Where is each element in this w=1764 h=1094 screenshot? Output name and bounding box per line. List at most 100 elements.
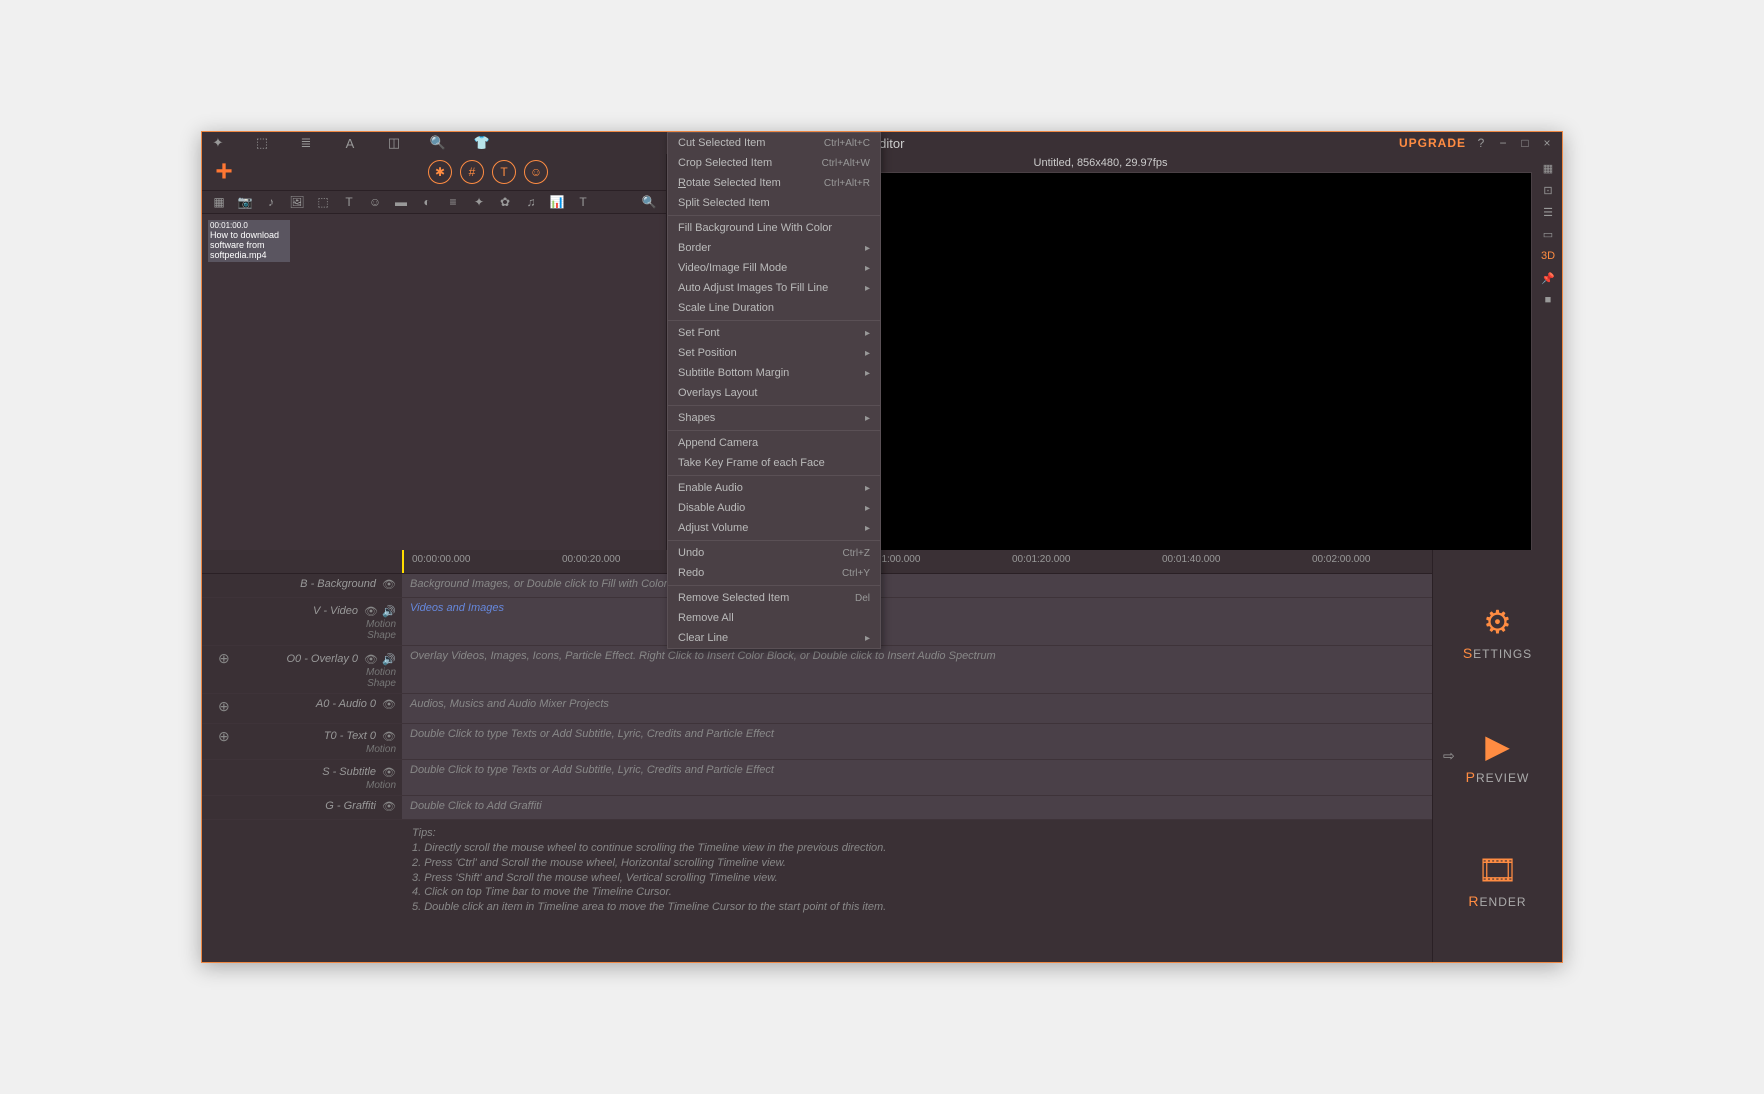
hash-icon[interactable]: # [460,160,484,184]
music-icon[interactable]: ♪ [264,195,278,209]
track-content[interactable]: Overlay Videos, Images, Icons, Particle … [402,646,1432,693]
square-icon[interactable]: ■ [1540,292,1556,308]
track-sublabel: Motion [366,667,396,678]
monitor-icon[interactable]: ▭ [1540,226,1556,242]
menu-keyframe[interactable]: Take Key Frame of each Face [668,453,880,473]
preview-button[interactable]: ▶ PREVIEW [1466,727,1530,785]
bars-icon[interactable]: 📊 [550,195,564,209]
text-icon[interactable]: T [492,160,516,184]
search-icon[interactable]: 🔍 [642,195,656,209]
collapse-icon[interactable]: ⇨ [1443,748,1455,765]
shirt-icon[interactable]: 👕 [474,135,490,151]
menu-set-font[interactable]: Set Font▸ [668,323,880,343]
eye-icon[interactable]: 👁 [382,698,396,712]
list-icon[interactable]: ≡ [446,195,460,209]
add-track-button[interactable]: ⊕ [218,650,230,667]
font-icon[interactable]: A [342,135,358,151]
contrast-icon[interactable]: ◐ [420,195,434,209]
menu-undo[interactable]: UndoCtrl+Z [668,543,880,563]
eye-icon[interactable]: 👁 [382,800,396,814]
battery-icon[interactable]: ▬ [394,195,408,209]
menu-scale[interactable]: Scale Line Duration [668,298,880,318]
media-clip[interactable]: 00:01:00.0 How to download software from… [208,220,290,262]
type-icon[interactable]: T [342,195,356,209]
help-button[interactable]: ? [1474,136,1488,150]
playhead[interactable] [402,550,404,573]
track-content[interactable]: Videos and Images [402,598,1432,645]
add-media-button[interactable]: + [210,158,238,186]
zoom-icon[interactable]: ⊡ [1540,182,1556,198]
menu-crop[interactable]: Crop Selected ItemCtrl+Alt+W [668,153,880,173]
menu-adjust-volume[interactable]: Adjust Volume▸ [668,518,880,538]
menu-border[interactable]: Border▸ [668,238,880,258]
search-icon[interactable]: 🔍 [430,135,446,151]
upgrade-button[interactable]: UPGRADE [1399,136,1466,150]
camera-icon[interactable]: 📷 [238,195,252,209]
menu-auto-adjust[interactable]: Auto Adjust Images To Fill Line▸ [668,278,880,298]
menu-clear-line[interactable]: Clear Line▸ [668,628,880,648]
close-button[interactable]: × [1540,136,1554,150]
track-sublabel: Motion [366,619,396,630]
eye-icon[interactable]: 👁 [382,766,396,780]
settings-button[interactable]: ⚙ SETTINGS [1463,603,1532,661]
wand-icon[interactable]: ✦ [210,135,226,151]
shape-icon[interactable]: ⬚ [316,195,330,209]
eye-icon[interactable]: 👁 [382,730,396,744]
person-icon[interactable]: ☺ [524,160,548,184]
menu-disable-audio[interactable]: Disable Audio▸ [668,498,880,518]
menu-shapes[interactable]: Shapes▸ [668,408,880,428]
menu-overlays[interactable]: Overlays Layout [668,383,880,403]
menu-rotate[interactable]: Rotate Selected ItemCtrl+Alt+R [668,173,880,193]
track-sublabel: Shape [367,630,396,641]
bigtext-icon[interactable]: T [576,195,590,209]
menu-append-camera[interactable]: Append Camera [668,433,880,453]
eye-icon[interactable]: 👁 [364,653,378,667]
speaker-icon[interactable]: 🔊 [382,605,396,619]
track-label: O0 - Overlay 0 [286,653,358,667]
image-icon[interactable]: 🖼 [290,195,304,209]
gear-icon: ⚙ [1483,603,1512,641]
columns-icon[interactable]: ◫ [386,135,402,151]
fit-icon[interactable]: ▦ [1540,160,1556,176]
menu-set-position[interactable]: Set Position▸ [668,343,880,363]
menu-remove-selected[interactable]: Remove Selected ItemDel [668,588,880,608]
menu-fill-mode[interactable]: Video/Image Fill Mode▸ [668,258,880,278]
layers-icon[interactable]: ≣ [298,135,314,151]
eye-icon[interactable]: 👁 [364,605,378,619]
grid-icon[interactable]: ▦ [212,195,226,209]
3d-icon[interactable]: 3D [1540,248,1556,264]
menu-remove-all[interactable]: Remove All [668,608,880,628]
effects-icon[interactable]: ✱ [428,160,452,184]
pin-icon[interactable]: 📌 [1540,270,1556,286]
track-text: ⊕ T0 - Text 0👁 Motion Double Click to ty… [202,724,1432,760]
menu-fill-bg[interactable]: Fill Background Line With Color [668,218,880,238]
add-track-button[interactable]: ⊕ [218,698,230,715]
sparkle-icon[interactable]: ✦ [472,195,486,209]
menu-subtitle-margin[interactable]: Subtitle Bottom Margin▸ [668,363,880,383]
track-label: G - Graffiti [325,800,376,812]
menu-cut[interactable]: Cut Selected ItemCtrl+Alt+C [668,133,880,153]
layers-icon[interactable]: ☰ [1540,204,1556,220]
track-content[interactable]: Double Click to type Texts or Add Subtit… [402,760,1432,795]
minimize-button[interactable]: − [1496,136,1510,150]
speaker-icon[interactable]: 🔊 [382,653,396,667]
menu-redo[interactable]: RedoCtrl+Y [668,563,880,583]
music2-icon[interactable]: ♫ [524,195,538,209]
eye-icon[interactable]: 👁 [382,578,396,592]
render-button[interactable]: 🎞 RENDER [1468,851,1526,909]
track-content[interactable]: Double Click to Add Graffiti [402,796,1432,819]
track-sublabel: Motion [366,744,396,755]
ruler-mark: 00:00:00.000 [412,554,470,565]
maximize-button[interactable]: □ [1518,136,1532,150]
cube-icon[interactable]: ⬚ [254,135,270,151]
track-content[interactable]: Double Click to type Texts or Add Subtit… [402,724,1432,759]
track-content[interactable]: Background Images, or Double click to Fi… [402,574,1432,597]
add-track-button[interactable]: ⊕ [218,728,230,745]
track-content[interactable]: Audios, Musics and Audio Mixer Projects [402,694,1432,723]
menu-split[interactable]: Split Selected Item [668,193,880,213]
emoji-icon[interactable]: ☺ [368,195,382,209]
puzzle-icon[interactable]: ✿ [498,195,512,209]
track-sublabel: Motion [366,780,396,791]
menu-enable-audio[interactable]: Enable Audio▸ [668,478,880,498]
tips: Tips: 1. Directly scroll the mouse wheel… [202,820,1432,921]
